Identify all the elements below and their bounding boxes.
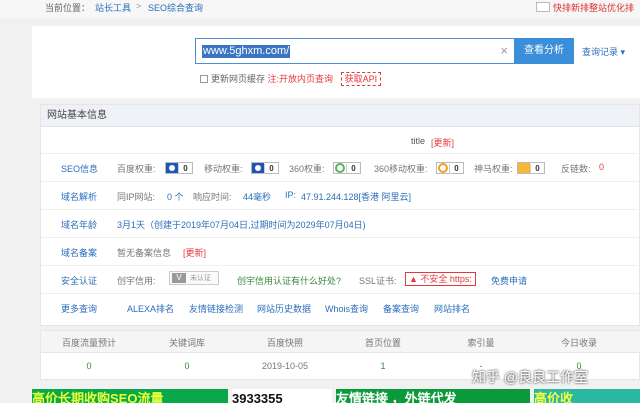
- clear-icon[interactable]: ×: [500, 43, 508, 58]
- stat-header-baidu-traffic: 百度流量预计: [61, 338, 116, 348]
- domain-icp-value: 暂无备案信息: [117, 248, 172, 258]
- backlinks-label: 反链数:: [561, 164, 591, 174]
- stat-value-baidu-traffic[interactable]: 0: [41, 361, 137, 371]
- weight-360-mobile-value: 0: [449, 164, 463, 174]
- same-ip-label: 同IP网站:: [117, 192, 156, 202]
- icp-query-link[interactable]: 备案查询: [383, 302, 419, 315]
- search-input-value: www.5ghxm.com/: [202, 45, 291, 58]
- response-time-label: 响应时间:: [193, 192, 232, 202]
- baidu-weight-badge[interactable]: 0: [163, 160, 193, 174]
- title-label: title: [411, 136, 426, 146]
- ad-link-text: 快排新排整站优化排: [553, 3, 635, 13]
- ad-banner-friend-links[interactable]: 友情链接 ，外链代发: [336, 389, 530, 403]
- ssl-label: SSL证书:: [359, 276, 397, 286]
- search-options: 更新网页缓存 注:开放内页查询 获取API: [200, 72, 382, 86]
- 360-logo-icon: [334, 163, 346, 173]
- refresh-cache-checkbox[interactable]: [200, 75, 208, 83]
- stat-value-home-position[interactable]: 1: [335, 361, 431, 371]
- seo-info-row: SEO信息 百度权重: 0 移动权重: 0 360权重: 0 360移动权重: …: [41, 153, 640, 181]
- ad-banner-seo-traffic[interactable]: 高价长期收购SEO流量: [32, 389, 228, 403]
- credit-v-icon: V: [172, 273, 186, 283]
- ad-banner-buy[interactable]: 高价收: [534, 389, 640, 403]
- get-api-button[interactable]: 获取API: [340, 72, 382, 86]
- credit-label: 创宇信用:: [117, 276, 156, 286]
- zhihu-watermark: 知乎 @良良工作室: [472, 369, 589, 385]
- stat-value-keywords[interactable]: 0: [139, 361, 235, 371]
- same-ip-value[interactable]: 0 个: [167, 190, 184, 203]
- weight-360-value: 0: [346, 164, 360, 174]
- security-row: 安全认证 创宇信用: V 未认证 创宇信用认证有什么好处? SSL证书: ▲ 不安…: [41, 265, 640, 293]
- free-apply-link[interactable]: 免费申请: [491, 274, 527, 287]
- shenma-weight-value: 0: [530, 164, 544, 174]
- ip-label: IP:: [285, 190, 297, 200]
- domain-icp-row: 域名备案 暂无备案信息 [更新]: [41, 237, 640, 265]
- stat-header-today-indexed: 今日收录: [560, 338, 597, 348]
- breadcrumb: 当前位置： 站长工具 > SEO综合查询 快排新排整站优化排: [0, 0, 640, 18]
- breadcrumb-link-seo-query[interactable]: SEO综合查询: [148, 1, 203, 14]
- breadcrumb-current-label: 当前位置：: [45, 3, 91, 13]
- site-history-link[interactable]: 网站历史数据: [257, 302, 311, 315]
- shenma-weight-label: 神马权重:: [474, 164, 513, 174]
- domain-icp-update-link[interactable]: [更新]: [183, 246, 206, 259]
- credit-badge[interactable]: V 未认证: [167, 271, 219, 285]
- weight-360-mobile-label: 360移动权重:: [374, 164, 428, 174]
- stat-header-home-position: 首页位置: [364, 338, 401, 348]
- baidu-weight-label: 百度权重:: [117, 164, 156, 174]
- ip-value[interactable]: 47.91.244.128[香港 阿里云]: [301, 190, 411, 203]
- card-header: 网站基本信息: [41, 105, 639, 127]
- ad-link-top-right[interactable]: 快排新排整站优化排: [536, 1, 634, 14]
- stats-header-row: 百度流量预计 关键词库 百度快照 首页位置 索引量 今日收录: [41, 331, 640, 353]
- refresh-cache-label: 更新网页缓存: [211, 74, 266, 84]
- domain-age-value: 3月1天（创建于2019年07月04日,过期时间为2029年07月04日): [117, 220, 366, 230]
- title-row: title [更新]: [41, 128, 640, 156]
- analyze-button[interactable]: 查看分析: [514, 38, 574, 64]
- ad-banner-qq[interactable]: 3933355: [232, 389, 332, 403]
- breadcrumb-link-webmaster-tools[interactable]: 站长工具: [95, 1, 131, 14]
- alexa-rank-link[interactable]: ALEXA排名: [127, 302, 174, 315]
- breadcrumb-separator: >: [136, 1, 142, 11]
- domain-age-label: 域名年龄: [61, 220, 98, 230]
- mobile-paw-icon: [252, 163, 264, 173]
- stat-header-index: 索引量: [467, 338, 495, 348]
- ssl-unsafe-badge[interactable]: ▲ 不安全 https:: [405, 272, 476, 286]
- note-prefix: 注:: [267, 74, 280, 84]
- site-rank-link[interactable]: 网站排名: [434, 302, 470, 315]
- friend-link-check-link[interactable]: 友情链接检测: [189, 302, 243, 315]
- inner-page-query-link[interactable]: 开放内页查询: [279, 74, 333, 84]
- stat-header-snapshot: 百度快照: [266, 338, 303, 348]
- query-history-dropdown[interactable]: 查询记录 ▾: [582, 45, 625, 58]
- mobile-weight-label: 移动权重:: [204, 164, 243, 174]
- domain-parse-row: 域名解析 同IP网站: 0 个 响应时间: 44毫秒 IP: 47.91.244…: [41, 181, 640, 209]
- credit-badge-text: 未认证: [190, 275, 211, 282]
- whois-query-link[interactable]: Whois查询: [325, 302, 368, 315]
- site-basic-info-card: 网站基本信息 title [更新] SEO信息 百度权重: 0 移动权重: 0 …: [40, 104, 640, 326]
- more-query-row: 更多查询 ALEXA排名 友情链接检测 网站历史数据 Whois查询 备案查询 …: [41, 293, 640, 321]
- weight-360-mobile-badge[interactable]: 0: [434, 160, 464, 174]
- mobile-weight-value: 0: [264, 164, 278, 174]
- domain-age-row: 域名年龄 3月1天（创建于2019年07月04日,过期时间为2029年07月04…: [41, 209, 640, 237]
- credit-benefit-link[interactable]: 创宇信用认证有什么好处?: [237, 274, 341, 287]
- ad-image-icon: [536, 2, 550, 12]
- shenma-logo-icon: [518, 163, 530, 173]
- domain-icp-label: 域名备案: [61, 248, 98, 258]
- weight-360-label: 360权重:: [289, 164, 325, 174]
- baidu-paw-icon: [166, 163, 178, 173]
- response-time-value: 44毫秒: [243, 192, 272, 202]
- search-panel: www.5ghxm.com/ × 查看分析 查询记录 ▾ 更新网页缓存 注:开放…: [32, 26, 640, 98]
- seo-info-label: SEO信息: [61, 164, 99, 174]
- security-label: 安全认证: [61, 276, 98, 286]
- domain-parse-label: 域名解析: [61, 192, 98, 202]
- baidu-weight-value: 0: [178, 164, 192, 174]
- title-update-link[interactable]: [更新]: [431, 136, 454, 149]
- weight-360-badge[interactable]: 0: [331, 160, 361, 174]
- stat-value-snapshot: 2019-10-05: [261, 361, 309, 371]
- mobile-weight-badge[interactable]: 0: [249, 160, 279, 174]
- search-input[interactable]: www.5ghxm.com/ ×: [195, 38, 515, 64]
- stat-header-keywords: 关键词库: [168, 338, 205, 348]
- backlinks-value[interactable]: 0: [599, 162, 604, 172]
- more-query-label: 更多查询: [61, 304, 98, 314]
- 360-mobile-logo-icon: [437, 163, 449, 173]
- shenma-weight-badge[interactable]: 0: [515, 160, 545, 174]
- ssl-unsafe-text: ▲ 不安全 https:: [405, 272, 476, 286]
